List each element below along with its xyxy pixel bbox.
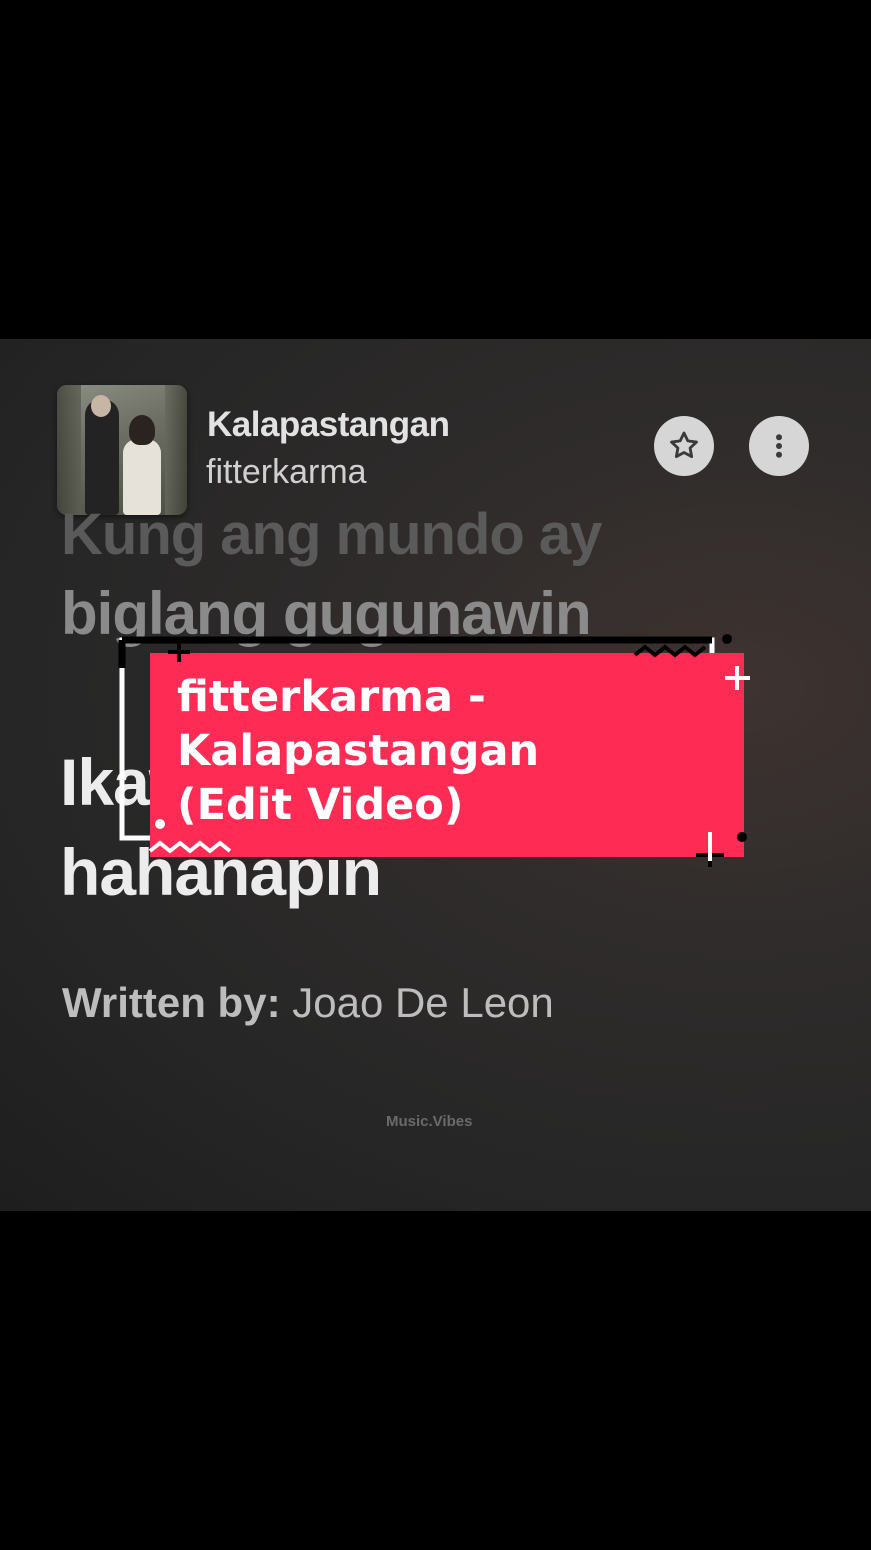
star-icon [670,431,698,459]
overlay-title-line-1: fitterkarma - [177,672,486,722]
credits-writer: Joao De Leon [292,979,554,1026]
album-art[interactable] [57,385,187,515]
lyric-line-faded: Kung ang mundo ay [61,502,602,567]
overlay-title-line-3: (Edit Video) [177,780,464,830]
overlay-title-line-2: Kalapastangan [177,726,540,776]
more-options-button[interactable] [749,416,809,476]
more-vertical-icon [776,434,782,458]
overlay-title: fitterkarma - Kalapastangan (Edit Video) [177,670,737,832]
credits-label: Written by: [62,979,281,1026]
favorite-button[interactable] [654,416,714,476]
song-artist: fitterkarma [206,453,367,491]
watermark: Music.Vibes [386,1113,473,1130]
credits: Written by: Joao De Leon [62,979,554,1027]
song-title: Kalapastangan [207,405,450,444]
